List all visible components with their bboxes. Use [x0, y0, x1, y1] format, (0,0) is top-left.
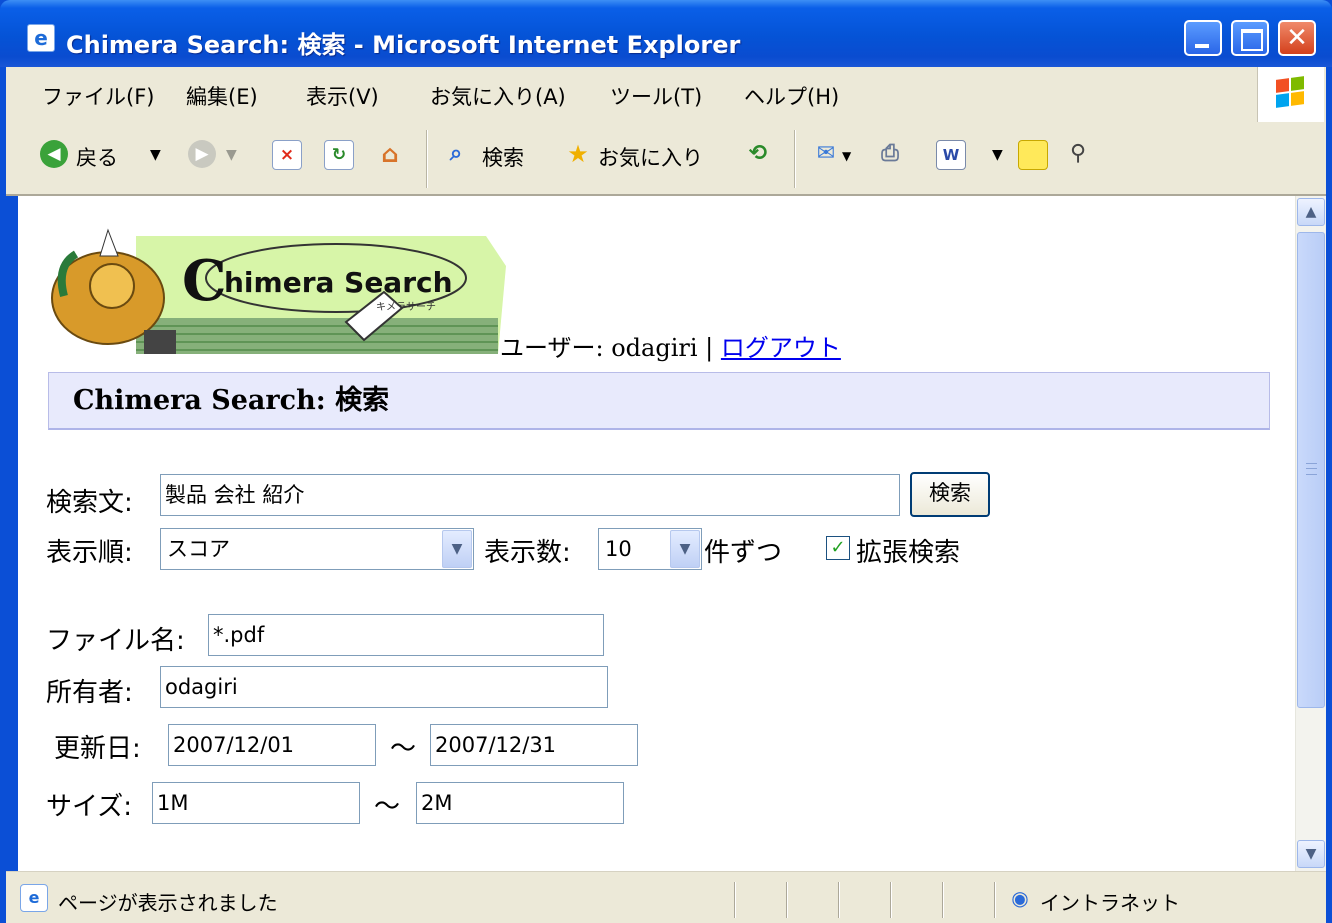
size-from-input[interactable]: 1M: [152, 782, 360, 824]
scroll-up-icon[interactable]: ▲: [1297, 198, 1325, 226]
close-icon: ✕: [1286, 23, 1308, 53]
back-dropdown-icon[interactable]: ▼: [150, 147, 161, 163]
chimera-search-logo: C himera Search キメラサーチ: [51, 228, 506, 354]
updated-label: 更新日:: [54, 734, 141, 764]
edit-dropdown-icon[interactable]: ▼: [992, 147, 1003, 163]
minimize-button[interactable]: [1184, 20, 1222, 56]
menu-view[interactable]: 表示(V): [306, 81, 379, 111]
page-title: Chimera Search: 検索: [48, 372, 1270, 430]
title-bar[interactable]: e Chimera Search: 検索 - Microsoft Interne…: [0, 0, 1332, 67]
favorites-star-icon[interactable]: ★: [564, 140, 592, 168]
refresh-icon[interactable]: ↻: [324, 140, 354, 170]
ie-icon: e: [27, 24, 55, 52]
search-button-label[interactable]: 検索: [482, 142, 524, 172]
extended-search-label[interactable]: 拡張検索: [856, 532, 960, 569]
toolbar: ◀ 戻る ▼ ▶ ▼ × ↻ ⌂ ⌕ 検索 ★ お気に入り ⟲ ✉ ▼ ⎙ W …: [6, 122, 1326, 196]
status-divider: [890, 882, 892, 918]
updated-range-separator: ～: [390, 734, 417, 764]
count-label: 表示数:: [484, 538, 571, 568]
back-arrow-icon[interactable]: ◀: [40, 140, 68, 168]
close-button[interactable]: ✕: [1278, 20, 1316, 56]
size-range-separator: ～: [374, 792, 401, 822]
count-suffix: 件ずつ: [704, 538, 783, 568]
chevron-down-icon[interactable]: ▼: [442, 530, 472, 568]
window-title: Chimera Search: 検索 - Microsoft Internet …: [66, 31, 741, 59]
logo-subtext: キメラサーチ: [376, 301, 436, 313]
intranet-globe-icon: ◉: [1011, 886, 1029, 910]
menu-edit[interactable]: 編集(E): [186, 81, 258, 111]
toolbar-separator: [426, 130, 428, 188]
discuss-icon[interactable]: [1018, 140, 1048, 170]
menu-favorites[interactable]: お気に入り(A): [430, 81, 566, 111]
logo-text: himera Search: [224, 266, 453, 299]
menu-help[interactable]: ヘルプ(H): [744, 81, 839, 111]
maximize-icon: [1241, 29, 1263, 51]
search-icon[interactable]: ⌕: [442, 140, 470, 168]
forward-arrow-icon[interactable]: ▶: [188, 140, 216, 168]
favorites-button-label[interactable]: お気に入り: [598, 142, 703, 172]
status-text: ページが表示されました: [58, 891, 278, 915]
scrollbar-thumb[interactable]: [1297, 232, 1325, 708]
query-label: 検索文:: [46, 488, 133, 518]
security-zone: イントラネット: [1040, 891, 1180, 915]
word-edit-icon[interactable]: W: [936, 140, 966, 170]
menu-bar: ファイル(F) 編集(E) 表示(V) お気に入り(A) ツール(T) ヘルプ(…: [6, 67, 1326, 123]
extended-search-checkbox[interactable]: ✓: [826, 536, 850, 560]
status-divider: [994, 882, 996, 918]
user-label: ユーザー: odagiri |: [500, 334, 721, 362]
search-button[interactable]: 検索: [910, 472, 990, 517]
status-divider: [838, 882, 840, 918]
home-icon[interactable]: ⌂: [376, 140, 404, 168]
status-divider: [734, 882, 736, 918]
order-label: 表示順:: [46, 538, 133, 568]
order-select[interactable]: スコア ▼: [160, 528, 474, 570]
size-to-input[interactable]: 2M: [416, 782, 624, 824]
page-icon: e: [20, 884, 48, 912]
scroll-down-icon[interactable]: ▼: [1297, 840, 1325, 868]
page-content: C himera Search キメラサーチ ユーザー: odagiri | ロ…: [6, 196, 1326, 871]
browser-window: e Chimera Search: 検索 - Microsoft Interne…: [0, 0, 1332, 923]
logout-link[interactable]: ログアウト: [721, 334, 841, 362]
logo-initial: C: [182, 248, 227, 314]
research-icon[interactable]: ⚲: [1064, 140, 1092, 168]
mail-dropdown-icon[interactable]: ▼: [842, 149, 851, 163]
mail-icon[interactable]: ✉: [812, 140, 840, 168]
stop-icon[interactable]: ×: [272, 140, 302, 170]
count-select[interactable]: 10 ▼: [598, 528, 702, 570]
status-divider: [786, 882, 788, 918]
print-icon[interactable]: ⎙: [876, 140, 904, 168]
minimize-icon: [1195, 44, 1209, 48]
filename-input[interactable]: *.pdf: [208, 614, 604, 656]
back-button-label[interactable]: 戻る: [76, 142, 118, 172]
menu-tools[interactable]: ツール(T): [610, 81, 702, 111]
history-icon[interactable]: ⟲: [744, 140, 772, 168]
toolbar-separator: [794, 130, 796, 188]
user-line: ユーザー: odagiri | ログアウト: [500, 328, 841, 363]
maximize-button[interactable]: [1231, 20, 1269, 56]
filename-label: ファイル名:: [46, 626, 185, 656]
forward-dropdown-icon[interactable]: ▼: [226, 147, 237, 163]
updated-to-input[interactable]: 2007/12/31: [430, 724, 638, 766]
vertical-scrollbar[interactable]: ▲ ▼: [1295, 196, 1326, 871]
status-divider: [942, 882, 944, 918]
updated-from-input[interactable]: 2007/12/01: [168, 724, 376, 766]
count-select-value: 10: [605, 537, 632, 561]
size-label: サイズ:: [46, 792, 132, 822]
owner-input[interactable]: odagiri: [160, 666, 608, 708]
windows-logo-icon: [1257, 67, 1324, 122]
order-select-value: スコア: [167, 537, 230, 561]
owner-label: 所有者:: [46, 678, 133, 708]
status-bar: e ページが表示されました ◉ イントラネット: [6, 871, 1326, 923]
menu-file[interactable]: ファイル(F): [42, 81, 154, 111]
chevron-down-icon[interactable]: ▼: [670, 530, 700, 568]
scrollbar-grip-icon: [1306, 463, 1317, 475]
query-input[interactable]: 製品 会社 紹介: [160, 474, 900, 516]
